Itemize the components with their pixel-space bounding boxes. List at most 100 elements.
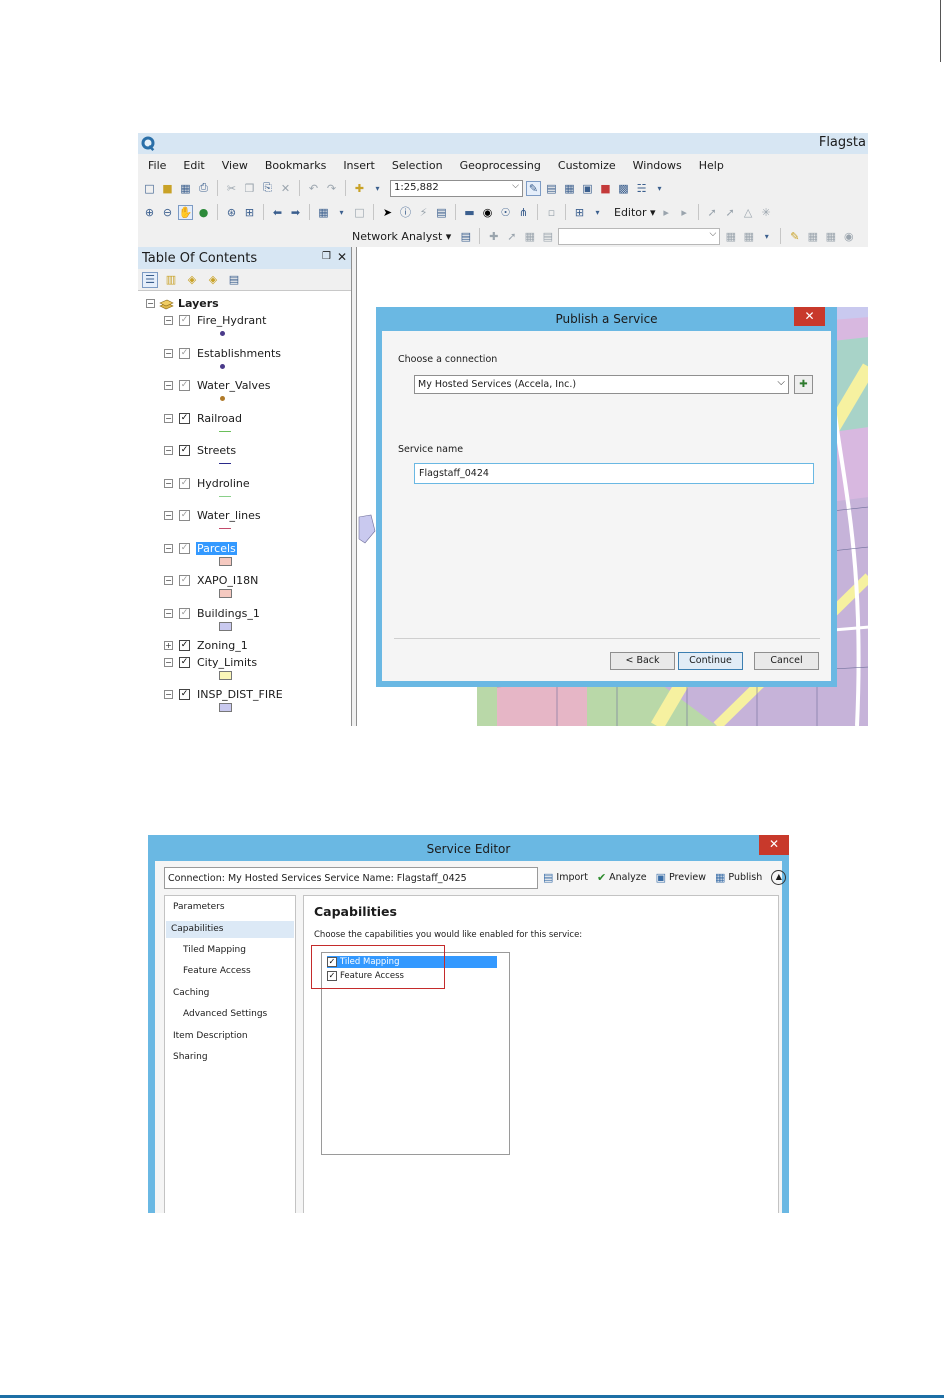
menu-insert[interactable]: Insert	[333, 156, 382, 174]
point-icon[interactable]: ✳	[759, 205, 774, 220]
select-move-location-icon[interactable]: ➚	[504, 229, 519, 244]
nav-parameters[interactable]: Parameters	[173, 902, 225, 912]
editor-menu[interactable]: Editor ▾	[614, 206, 656, 219]
html-popup-icon[interactable]: ▤	[434, 205, 449, 220]
toc-options-icon[interactable]: ▤	[226, 272, 242, 288]
measure-icon[interactable]: ▬	[462, 205, 477, 220]
toc-layer-row[interactable]: − ✓ Railroad	[164, 411, 352, 441]
back-button[interactable]: < Back	[610, 652, 675, 670]
collapse-icon[interactable]: −	[164, 658, 173, 667]
network-analyst-menu[interactable]: Network Analyst ▾	[352, 230, 451, 243]
layer-visibility-checkbox[interactable]: ✓	[179, 413, 190, 424]
directions-icon[interactable]: ▤	[540, 229, 555, 244]
menu-bookmarks[interactable]: Bookmarks	[255, 156, 333, 174]
toc-layer-row[interactable]: − ✓ Buildings_1	[164, 606, 352, 636]
toc-layer-name[interactable]: City_Limits	[196, 656, 258, 669]
toc-layer-row[interactable]: − ✓ Hydroline	[164, 476, 352, 506]
python-window-icon[interactable]: ▩	[616, 181, 631, 196]
toc-layer-row[interactable]: − ✓ Water_Valves	[164, 378, 352, 408]
search-window-icon[interactable]: ▣	[580, 181, 595, 196]
find-binoculars-icon[interactable]: ◉	[480, 205, 495, 220]
analyze-button[interactable]: ✔ Analyze	[597, 871, 647, 884]
toc-layer-row[interactable]: − ✓ INSP_DIST_FIRE	[164, 687, 352, 717]
collapse-icon[interactable]: −	[164, 576, 173, 585]
add-data-icon[interactable]: ✚	[352, 181, 367, 196]
menu-help[interactable]: Help	[689, 156, 731, 174]
nav-caching[interactable]: Caching	[173, 988, 209, 998]
add-data-dropdown-icon[interactable]: ▾	[370, 181, 385, 196]
layer-visibility-checkbox[interactable]: ✓	[179, 380, 190, 391]
paste-icon[interactable]: ⎘	[260, 181, 275, 196]
toc-layer-row[interactable]: − ✓ XAPO_I18N	[164, 573, 352, 603]
forward-extent-icon[interactable]: ➡	[288, 205, 303, 220]
toolbar-overflow-icon[interactable]: ▾	[590, 205, 605, 220]
create-viewer-window-icon[interactable]: ⊞	[572, 205, 587, 220]
edit-annotation-icon[interactable]: ▸	[677, 205, 692, 220]
layer-visibility-checkbox[interactable]: ✓	[179, 348, 190, 359]
nav-advanced-settings[interactable]: Advanced Settings	[183, 1009, 267, 1019]
continue-button[interactable]: Continue	[678, 652, 743, 670]
network-analyst-window-icon[interactable]: ▤	[458, 229, 473, 244]
layer-visibility-checkbox[interactable]: ✓	[179, 543, 190, 554]
toc-layer-name[interactable]: Water_Valves	[196, 379, 272, 392]
menu-edit[interactable]: Edit	[173, 156, 211, 174]
collapse-icon[interactable]: −	[164, 609, 173, 618]
save-icon[interactable]: ▦	[178, 181, 193, 196]
preview-button[interactable]: ▣ Preview	[656, 871, 706, 884]
list-by-selection-icon[interactable]: ◈	[205, 272, 221, 288]
layer-visibility-checkbox[interactable]: ✓	[179, 689, 190, 700]
menu-customize[interactable]: Customize	[548, 156, 623, 174]
toc-layer-row[interactable]: − ✓ City_Limits	[164, 655, 352, 685]
layer-visibility-checkbox[interactable]: ✓	[179, 478, 190, 489]
edit-tool-icon[interactable]: ▸	[659, 205, 674, 220]
collapse-icon[interactable]: −	[164, 414, 173, 423]
identify-icon[interactable]: ⓘ	[398, 205, 413, 220]
publish-button[interactable]: ▦ Publish	[715, 871, 762, 884]
nav-capabilities[interactable]: Capabilities	[166, 921, 294, 938]
collapse-icon[interactable]: −	[164, 511, 173, 520]
close-button[interactable]: ✕	[794, 307, 825, 326]
open-folder-icon[interactable]: ■	[160, 181, 175, 196]
zoom-in-icon[interactable]: ⊕	[142, 205, 157, 220]
pin-icon[interactable]: ❒	[322, 251, 331, 262]
layer-properties-icon[interactable]: ▦	[805, 229, 820, 244]
nav-tiled-mapping[interactable]: Tiled Mapping	[183, 945, 246, 955]
redo-icon[interactable]: ↷	[324, 181, 339, 196]
list-by-drawing-order-icon[interactable]: ☰	[142, 271, 158, 288]
toolbar-overflow-icon[interactable]: ▾	[652, 181, 667, 196]
collapse-icon[interactable]: −	[164, 544, 173, 553]
layers-root[interactable]: − Layers	[146, 297, 219, 310]
toc-layer-name[interactable]: Water_lines	[196, 509, 262, 522]
toc-layer-name[interactable]: Parcels	[196, 542, 237, 555]
close-button[interactable]: ✕	[759, 835, 789, 855]
toc-layer-name[interactable]: XAPO_I18N	[196, 574, 259, 587]
toc-layer-row[interactable]: − ✓ Parcels	[164, 541, 352, 571]
toc-layer-name[interactable]: Railroad	[196, 412, 243, 425]
toc-layer-row[interactable]: − ✓ Establishments	[164, 346, 352, 376]
hyperlink-icon[interactable]: ⚡	[416, 205, 431, 220]
back-extent-icon[interactable]: ⬅	[270, 205, 285, 220]
menu-windows[interactable]: Windows	[623, 156, 689, 174]
full-extent-globe-icon[interactable]: ●	[196, 205, 211, 220]
layer-visibility-checkbox[interactable]: ✓	[179, 608, 190, 619]
go-to-xy-icon[interactable]: ⋔	[516, 205, 531, 220]
spatial-adjustment-icon[interactable]: ◉	[841, 229, 856, 244]
pan-hand-icon[interactable]: ✋	[178, 204, 193, 220]
build-network-icon[interactable]: ▦	[723, 229, 738, 244]
undo-icon[interactable]: ↶	[306, 181, 321, 196]
delete-icon[interactable]: ✕	[278, 181, 293, 196]
attribute-transfer-icon[interactable]: ▦	[823, 229, 838, 244]
nav-feature-access[interactable]: Feature Access	[183, 966, 251, 976]
toc-layer-name[interactable]: Fire_Hydrant	[196, 314, 267, 327]
model-builder-icon[interactable]: ☵	[634, 181, 649, 196]
nav-sharing[interactable]: Sharing	[173, 1052, 208, 1062]
list-by-source-icon[interactable]: ▥	[163, 272, 179, 288]
toc-layer-row[interactable]: − ✓ Fire_Hydrant	[164, 313, 352, 343]
collapse-icon[interactable]: −	[146, 299, 155, 308]
expand-icon[interactable]: +	[164, 641, 173, 650]
network-dataset-combo[interactable]: ⌵	[558, 227, 721, 245]
toc-layer-name[interactable]: INSP_DIST_FIRE	[196, 688, 284, 701]
fixed-zoom-in-icon[interactable]: ⊛	[224, 205, 239, 220]
collapse-icon[interactable]: −	[164, 349, 173, 358]
toc-layer-name[interactable]: Streets	[196, 444, 237, 457]
